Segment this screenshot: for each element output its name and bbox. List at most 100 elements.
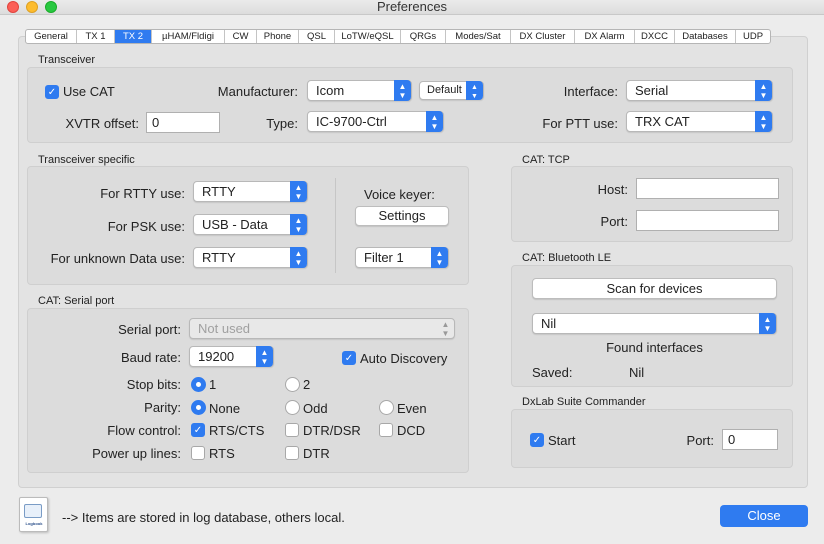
use-cat-checkbox[interactable]: ✓	[45, 85, 59, 99]
tab-lotw-eqsl[interactable]: LoTW/eQSL	[335, 30, 401, 43]
xvtr-offset-label: XVTR offset:	[65, 116, 139, 131]
type-label: Type:	[266, 116, 298, 131]
use-cat-label: Use CAT	[63, 84, 115, 99]
tab-uham-fldigi[interactable]: µHAM/Fldigi	[152, 30, 225, 43]
tcp-group-title: CAT: TCP	[522, 154, 570, 166]
parity-none-radio[interactable]	[191, 400, 206, 415]
chevron-updown-icon: ▲ ▼	[394, 80, 411, 101]
rtty-label: For RTTY use:	[100, 186, 185, 201]
psk-label: For PSK use:	[107, 219, 185, 234]
power-dtr-label: DTR	[303, 446, 330, 461]
dxlab-port-field[interactable]: 0	[722, 429, 778, 450]
flow-rts-cts-label: RTS/CTS	[209, 423, 265, 438]
chevron-updown-icon: ▲ ▼	[256, 346, 273, 367]
ptt-label: For PTT use:	[542, 116, 618, 131]
unknown-data-select[interactable]: RTTY ▲ ▼	[193, 247, 308, 268]
auto-discovery-checkbox[interactable]: ✓	[342, 351, 356, 365]
flow-control-label: Flow control:	[107, 423, 181, 438]
parity-odd-radio[interactable]	[285, 400, 300, 415]
ble-saved-value: Nil	[629, 365, 645, 380]
tab-qsl[interactable]: QSL	[299, 30, 335, 43]
transceiver-group-title: Transceiver	[38, 54, 96, 66]
parity-none-label: None	[209, 401, 241, 416]
auto-discovery-label: Auto Discovery	[360, 351, 448, 366]
flow-dcd-label: DCD	[397, 423, 426, 438]
power-rts-label: RTS	[209, 446, 235, 461]
dxlab-port-label: Port:	[686, 433, 714, 448]
window-title: Preferences	[376, 0, 448, 14]
logbook-icon: Logbook	[19, 497, 48, 532]
power-up-lines-label: Power up lines:	[92, 446, 181, 461]
logbook-icon-caption: Logbook	[25, 521, 43, 526]
found-interfaces-label: Found interfaces	[606, 340, 703, 355]
tab-databases[interactable]: Databases	[675, 30, 736, 43]
tab-dxcc[interactable]: DXCC	[635, 30, 675, 43]
flow-dtr-dsr-label: DTR/DSR	[303, 423, 361, 438]
transceiver-specific-group-title: Transceiver specific	[38, 154, 135, 166]
tab-dx-cluster[interactable]: DX Cluster	[511, 30, 575, 43]
tcp-port-label: Port:	[600, 214, 628, 229]
chevron-updown-icon: ▲ ▼	[755, 80, 772, 101]
footer-note: --> Items are stored in log database, ot…	[62, 510, 345, 525]
chevron-updown-icon: ▲ ▼	[426, 111, 443, 132]
tab-tx1[interactable]: TX 1	[77, 30, 115, 43]
psk-select[interactable]: USB - Data ▲ ▼	[193, 214, 308, 235]
power-rts-checkbox[interactable]	[191, 446, 205, 460]
ble-device-select[interactable]: Nil ▲ ▼	[532, 313, 777, 334]
tab-general[interactable]: General	[26, 30, 77, 43]
scan-devices-button[interactable]: Scan for devices	[532, 278, 777, 299]
rtty-select[interactable]: RTTY ▲ ▼	[193, 181, 308, 202]
stop-bits-label: Stop bits:	[126, 377, 181, 392]
flow-dtr-dsr-checkbox[interactable]	[285, 423, 299, 437]
parity-even-radio[interactable]	[379, 400, 394, 415]
chevron-updown-icon: ▲ ▼	[466, 81, 483, 100]
tab-cw[interactable]: CW	[225, 30, 257, 43]
tab-tx2[interactable]: TX 2	[115, 30, 152, 43]
tcp-host-field[interactable]	[636, 178, 779, 199]
tab-dx-alarm[interactable]: DX Alarm	[575, 30, 635, 43]
stop-bits-2-label: 2	[303, 377, 311, 392]
tab-phone[interactable]: Phone	[257, 30, 299, 43]
ble-group-title: CAT: Bluetooth LE	[522, 252, 612, 264]
ble-saved-label: Saved:	[532, 365, 573, 380]
interface-label: Interface:	[563, 84, 618, 99]
chevron-updown-icon: ▲ ▼	[290, 181, 307, 202]
parity-odd-label: Odd	[303, 401, 328, 416]
manufacturer-select[interactable]: Icom ▲ ▼	[307, 80, 412, 101]
filter-select[interactable]: Filter 1 ▲ ▼	[355, 247, 449, 268]
tcp-host-label: Host:	[597, 182, 628, 197]
interface-select[interactable]: Serial ▲ ▼	[626, 80, 773, 101]
default-select[interactable]: Default ▲ ▼	[419, 81, 484, 100]
ptt-select[interactable]: TRX CAT ▲ ▼	[626, 111, 773, 132]
tab-modes-sat[interactable]: Modes/Sat	[446, 30, 511, 43]
baud-rate-label: Baud rate:	[121, 350, 181, 365]
stop-bits-1-radio[interactable]	[191, 377, 206, 392]
parity-even-label: Even	[397, 401, 427, 416]
voice-keyer-settings-button[interactable]: Settings	[355, 206, 449, 226]
flow-dcd-checkbox[interactable]	[379, 423, 393, 437]
serial-port-select[interactable]: Not used ▲ ▼	[189, 318, 455, 339]
dxlab-start-checkbox[interactable]: ✓	[530, 433, 544, 447]
power-dtr-checkbox[interactable]	[285, 446, 299, 460]
chevron-updown-icon: ▲ ▼	[441, 320, 450, 338]
manufacturer-label: Manufacturer:	[217, 84, 298, 99]
xvtr-offset-field[interactable]: 0	[146, 112, 220, 133]
chevron-updown-icon: ▲ ▼	[290, 247, 307, 268]
unknown-data-label: For unknown Data use:	[50, 251, 185, 266]
baud-rate-select[interactable]: 19200 ▲ ▼	[189, 346, 274, 367]
stop-bits-2-radio[interactable]	[285, 377, 300, 392]
book-icon	[24, 504, 42, 518]
chevron-updown-icon: ▲ ▼	[290, 214, 307, 235]
tab-qrgs[interactable]: QRGs	[401, 30, 446, 43]
tab-udp[interactable]: UDP	[736, 30, 770, 43]
serial-port-label: Serial port:	[118, 322, 181, 337]
flow-rts-cts-checkbox[interactable]: ✓	[191, 423, 205, 437]
tcp-port-field[interactable]	[636, 210, 779, 231]
close-button[interactable]: Close	[720, 505, 808, 527]
dxlab-start-label: Start	[548, 433, 576, 448]
chevron-updown-icon: ▲ ▼	[759, 313, 776, 334]
voice-keyer-label: Voice keyer:	[364, 187, 435, 202]
type-select[interactable]: IC-9700-Ctrl ▲ ▼	[307, 111, 444, 132]
chevron-updown-icon: ▲ ▼	[431, 247, 448, 268]
tab-bar: General TX 1 TX 2 µHAM/Fldigi CW Phone Q…	[25, 29, 771, 44]
